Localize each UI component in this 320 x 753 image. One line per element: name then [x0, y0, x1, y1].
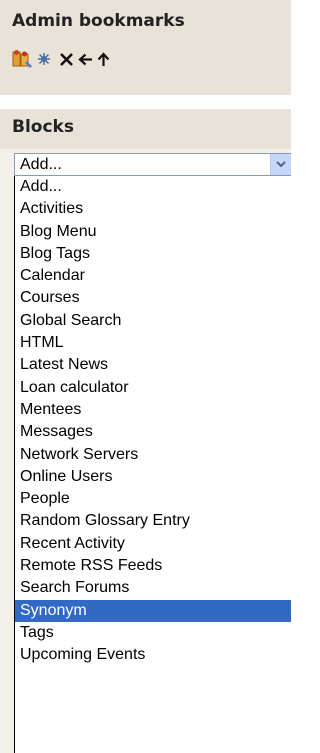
settings-icon[interactable] — [37, 52, 51, 66]
people-edit-icon[interactable] — [12, 49, 34, 69]
blocks-title: Blocks — [12, 117, 74, 137]
dropdown-option[interactable]: Mentees — [15, 399, 291, 421]
chevron-down-icon[interactable] — [270, 154, 291, 175]
admin-bookmarks-title: Admin bookmarks — [12, 11, 185, 31]
blocks-block-header: Blocks — [0, 109, 291, 149]
delete-icon[interactable] — [59, 52, 74, 67]
dropdown-option[interactable]: People — [15, 488, 291, 510]
dropdown-option[interactable]: Activities — [15, 198, 291, 220]
move-up-icon[interactable] — [97, 51, 110, 67]
dropdown-option[interactable]: Search Forums — [15, 577, 291, 599]
dropdown-option[interactable]: Courses — [15, 287, 291, 309]
move-left-icon[interactable] — [78, 52, 93, 67]
dropdown-option[interactable]: Recent Activity — [15, 533, 291, 555]
admin-bookmarks-controls — [12, 48, 110, 70]
add-block-select[interactable]: Add... — [14, 153, 291, 176]
dropdown-option[interactable]: Remote RSS Feeds — [15, 555, 291, 577]
dropdown-option[interactable]: Online Users — [15, 466, 291, 488]
dropdown-option[interactable]: Blog Menu — [15, 221, 291, 243]
dropdown-option[interactable]: Upcoming Events — [15, 644, 291, 666]
dropdown-option[interactable]: Network Servers — [15, 444, 291, 466]
dropdown-option[interactable]: Blog Tags — [15, 243, 291, 265]
dropdown-option[interactable]: Loan calculator — [15, 377, 291, 399]
admin-bookmarks-block: Admin bookmarks — [0, 0, 291, 95]
dropdown-option[interactable]: Calendar — [15, 265, 291, 287]
dropdown-option[interactable]: HTML — [15, 332, 291, 354]
dropdown-option[interactable]: Synonym — [15, 599, 291, 622]
add-block-select-value: Add... — [20, 156, 62, 173]
dropdown-option[interactable]: Tags — [15, 622, 291, 644]
dropdown-option[interactable]: Messages — [15, 421, 291, 443]
dropdown-option[interactable]: Global Search — [15, 310, 291, 332]
add-block-dropdown-list: Add... Activities Blog Menu Blog Tags Calend… — [14, 176, 291, 753]
dropdown-option[interactable]: Random Glossary Entry — [15, 510, 291, 532]
dropdown-option[interactable]: Add... — [15, 176, 291, 198]
dropdown-option[interactable]: Latest News — [15, 354, 291, 376]
